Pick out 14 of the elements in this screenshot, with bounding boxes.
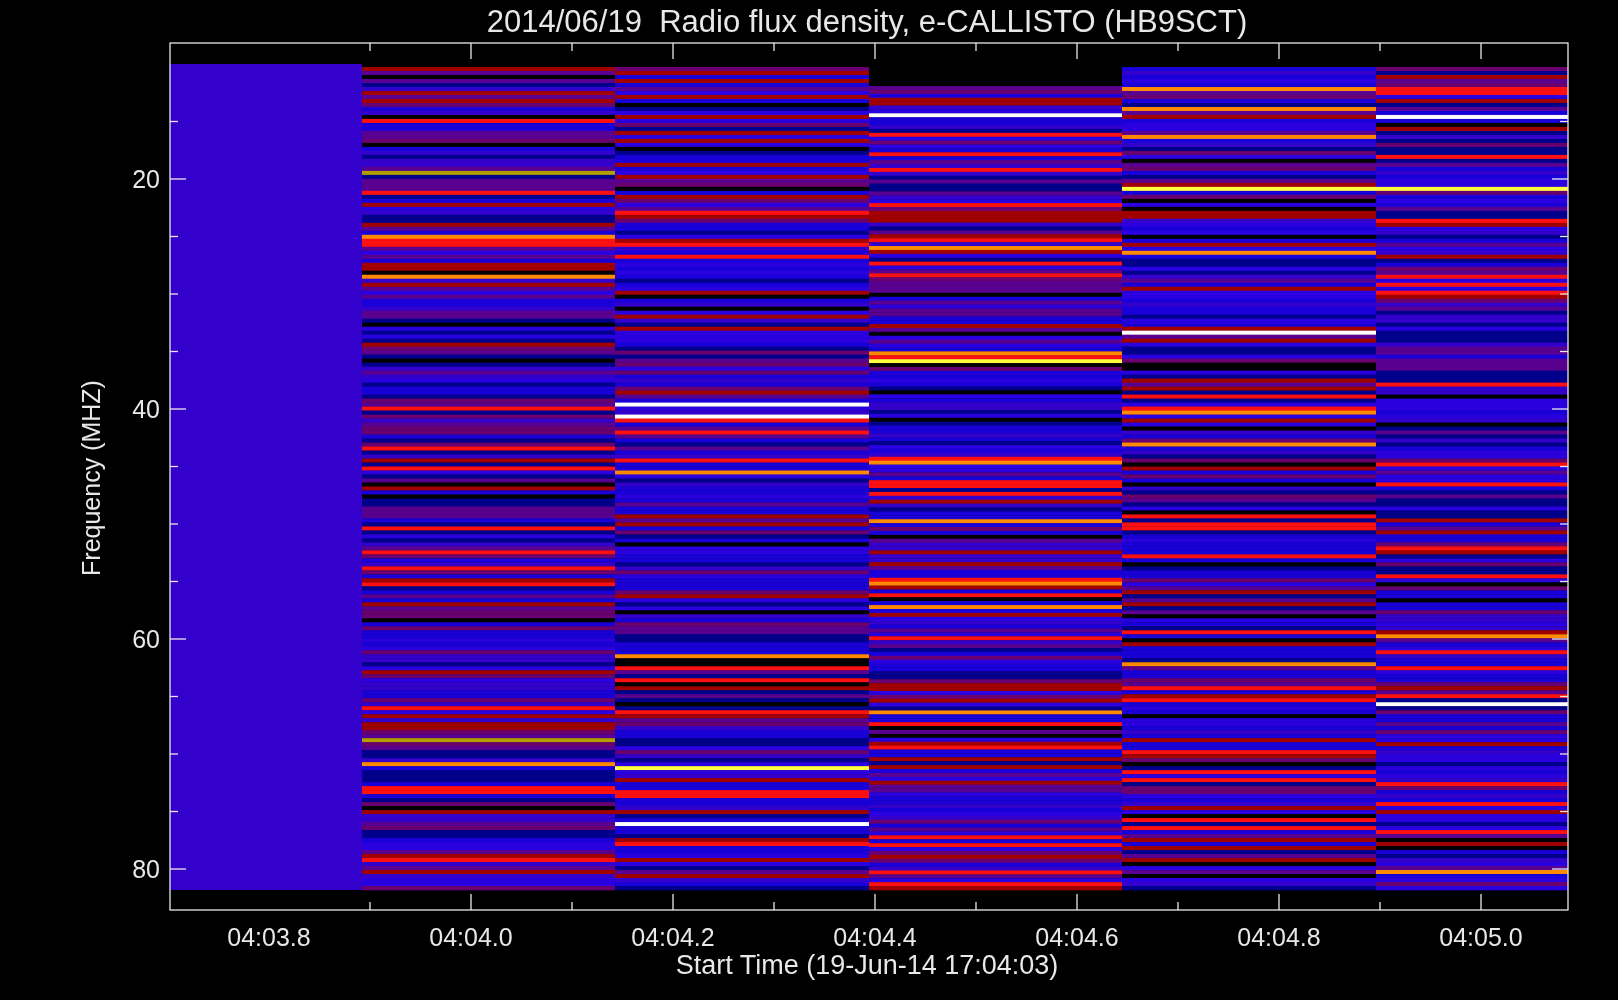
x-tick-label: 04:04.4	[833, 923, 917, 951]
y-tick-label: 60	[132, 625, 160, 653]
x-tick-label: 04:04.2	[631, 923, 715, 951]
x-tick-label: 04:03.8	[227, 923, 311, 951]
y-tick-label: 20	[132, 165, 160, 193]
chart-title: 2014/06/19 Radio flux density, e-CALLISTO (HB9SCT)	[486, 4, 1248, 39]
x-tick-label: 04:04.0	[429, 923, 513, 951]
x-tick-label: 04:04.8	[1237, 923, 1321, 951]
y-tick-label: 80	[132, 855, 160, 883]
y-tick-label: 40	[132, 395, 160, 423]
x-axis-label: Start Time (19-Jun-14 17:04:03)	[675, 950, 1059, 980]
x-tick-label: 04:04.6	[1035, 923, 1119, 951]
x-tick-label: 04:05.0	[1439, 923, 1523, 951]
y-axis-label: Frequency (MHZ)	[77, 380, 105, 576]
